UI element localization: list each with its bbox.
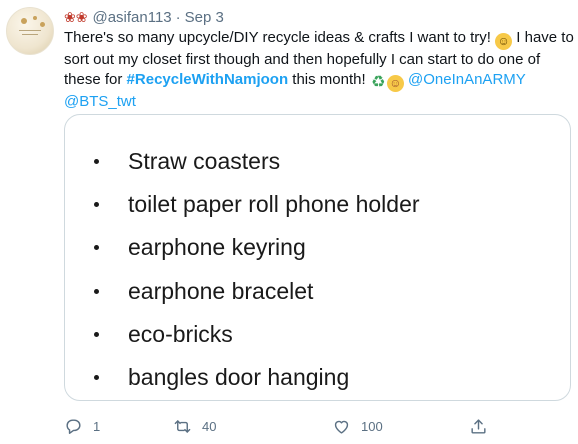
bullet-icon bbox=[94, 375, 99, 381]
tweet-date[interactable]: Sep 3 bbox=[185, 9, 224, 26]
like-count: 100 bbox=[361, 418, 383, 434]
list-item-text: toilet paper roll phone holder bbox=[128, 191, 420, 218]
reply-button[interactable]: 1 bbox=[64, 414, 100, 438]
reply-icon bbox=[66, 418, 81, 434]
smiling-face-emoji-icon: ☺ bbox=[386, 74, 404, 92]
list-item-text: eco-bricks bbox=[128, 320, 233, 347]
share-button[interactable] bbox=[469, 414, 498, 438]
list-item: earphone keyring bbox=[65, 226, 570, 269]
reply-count: 1 bbox=[93, 418, 101, 434]
list-item: earphone bracelet bbox=[65, 270, 570, 313]
heart-icon bbox=[334, 420, 349, 434]
list-item-text: Straw coasters bbox=[128, 148, 281, 175]
list-item: Straw coasters bbox=[65, 140, 570, 183]
list-item-text: earphone bracelet bbox=[128, 277, 314, 304]
retweet-count: 40 bbox=[202, 418, 217, 434]
tweet-header: ❀❀ @asifan113 · Sep 3 bbox=[64, 7, 224, 27]
list-item: bangles door hanging bbox=[65, 356, 570, 399]
tweet-text-part: There's so many upcycle/DIY recycle idea… bbox=[64, 29, 496, 46]
bullet-icon bbox=[94, 159, 99, 165]
list-item-text: earphone keyring bbox=[128, 234, 306, 261]
avatar-text-decoration bbox=[19, 30, 41, 31]
tweet-text: There's so many upcycle/DIY recycle idea… bbox=[64, 28, 574, 111]
separator-dot: · bbox=[175, 8, 181, 26]
avatar-text-decoration bbox=[22, 34, 38, 35]
tweet-actions: 1 40 100 bbox=[64, 414, 574, 438]
bullet-icon bbox=[94, 288, 99, 294]
hashtag-link[interactable]: #RecycleWithNamjoon bbox=[127, 71, 289, 88]
bullet-icon bbox=[94, 245, 99, 251]
retweet-button[interactable]: 40 bbox=[173, 414, 216, 438]
avatar-flower-decoration bbox=[33, 16, 37, 20]
list-item: toilet paper roll phone holder bbox=[65, 183, 570, 226]
share-icon bbox=[471, 418, 486, 434]
recycle-icon: ♻ bbox=[371, 73, 386, 91]
tweet-text-part: this month! bbox=[288, 70, 370, 88]
bullet-icon bbox=[94, 202, 99, 208]
user-handle[interactable]: @asifan113 bbox=[92, 9, 171, 26]
list-item-text: bangles door hanging bbox=[128, 364, 350, 391]
like-button[interactable]: 100 bbox=[332, 414, 383, 438]
retweet-icon bbox=[174, 419, 191, 433]
avatar-flower-decoration bbox=[21, 18, 27, 24]
mention-link[interactable]: @OneInAnARMY bbox=[408, 71, 526, 88]
avatar-flower-decoration bbox=[40, 22, 45, 27]
bullet-icon bbox=[94, 331, 99, 337]
image-card[interactable]: Straw coasters toilet paper roll phone h… bbox=[64, 114, 571, 401]
idea-list: Straw coasters toilet paper roll phone h… bbox=[65, 140, 570, 399]
avatar[interactable] bbox=[6, 7, 54, 55]
mention-link[interactable]: @BTS_twt bbox=[64, 93, 136, 110]
grinning-sweat-emoji-icon: ☺ bbox=[495, 33, 513, 50]
list-item: eco-bricks bbox=[65, 313, 570, 356]
fallen-leaves-icon: ❀❀ bbox=[64, 8, 88, 25]
